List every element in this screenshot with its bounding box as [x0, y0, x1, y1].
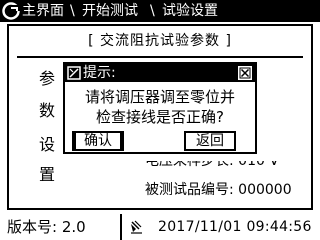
breadcrumb-test-settings: 试验设置	[162, 3, 218, 19]
sample-number-field[interactable]: 被测试品编号: 000000	[145, 182, 292, 198]
dialog-message-line: 检查接线是否正确?	[96, 108, 224, 126]
side-label-char: 数	[39, 101, 56, 120]
dialog-header: 提示:	[65, 64, 255, 82]
status-divider	[120, 214, 122, 240]
clock-icon	[131, 220, 142, 234]
title-bar: 主界面 \ 开始测试 \ 试验设置	[0, 0, 320, 22]
panel-divider	[17, 56, 303, 58]
close-icon[interactable]	[238, 66, 252, 80]
breadcrumb-separator: \	[70, 3, 75, 19]
breadcrumb-separator: \	[150, 3, 155, 19]
panel-title: [ 交流阻抗试验参数 ]	[88, 33, 232, 49]
dialog-title: 提示:	[83, 65, 116, 81]
status-bar: 版本号: 2.0 2017/11/01 09:44:56	[0, 214, 320, 240]
confirm-button-label: 确认	[76, 133, 120, 149]
edit-icon	[67, 66, 81, 80]
side-label-char: 设	[39, 135, 56, 154]
logo-icon	[2, 2, 20, 20]
confirm-button[interactable]: 确认	[72, 131, 124, 151]
side-label-char: 置	[39, 165, 56, 184]
breadcrumb-home[interactable]: 主界面	[22, 2, 64, 20]
voltage-step-text: 电压采样步长: 010 V	[145, 161, 279, 169]
dialog-message-line: 请将调压器调至零位并	[84, 88, 235, 106]
back-button[interactable]: 返回	[184, 131, 236, 151]
voltage-step-field[interactable]: 电压采样步长: 010 V	[145, 161, 279, 169]
breadcrumb-start-test[interactable]: 开始测试	[82, 2, 138, 20]
datetime-display: 2017/11/01 09:44:56	[158, 219, 312, 235]
prompt-dialog: 提示: 请将调压器调至零位并 检查接线是否正确? 确认 返回	[63, 62, 257, 154]
side-label-char: 参	[39, 69, 56, 88]
version-label: 版本号: 2.0	[7, 218, 86, 236]
